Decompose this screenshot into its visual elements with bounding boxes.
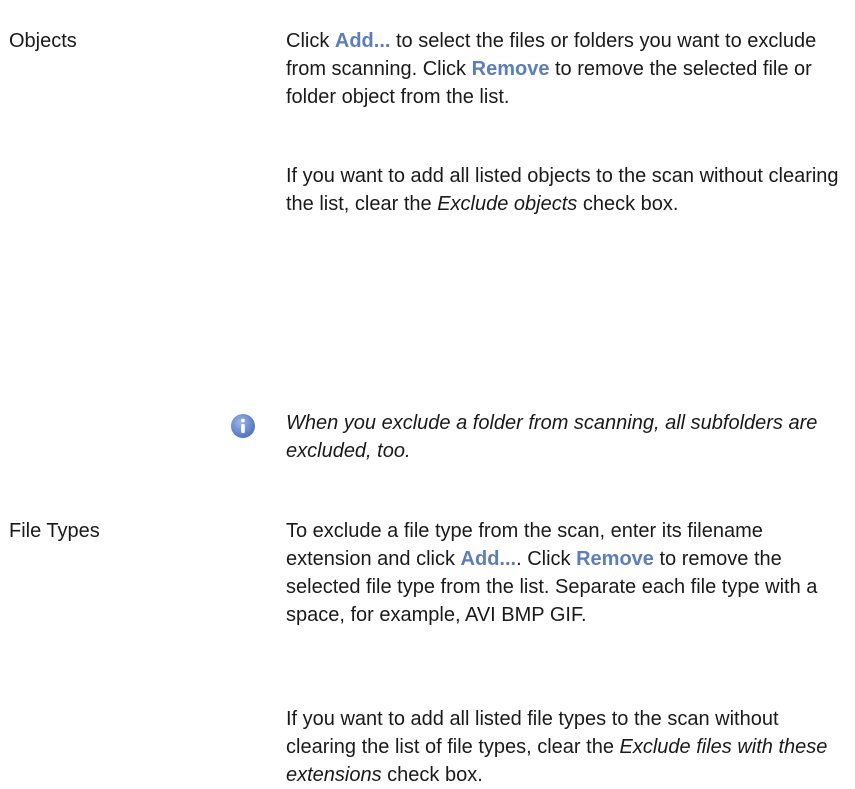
term-objects: Objects bbox=[9, 30, 77, 52]
ui-term-add: Add... bbox=[460, 548, 517, 570]
info-icon bbox=[231, 414, 255, 438]
objects-paragraph-1: Click Add... to select the files or fold… bbox=[286, 27, 852, 111]
objects-paragraph-2: If you want to add all listed objects to… bbox=[286, 162, 852, 218]
text: Click bbox=[286, 30, 335, 52]
note-text: When you exclude a folder from scanning,… bbox=[286, 412, 818, 462]
ui-term-remove: Remove bbox=[576, 548, 654, 570]
text: check box. bbox=[577, 193, 679, 215]
filetypes-paragraph-2: If you want to add all listed file types… bbox=[286, 705, 852, 789]
filetypes-paragraph-1: To exclude a file type from the scan, en… bbox=[286, 517, 852, 629]
term-file-types: File Types bbox=[9, 520, 100, 542]
ui-term-remove: Remove bbox=[471, 58, 550, 80]
text: . Click bbox=[516, 548, 577, 570]
ui-term-add: Add... bbox=[334, 30, 391, 52]
option-exclude-objects: Exclude objects bbox=[437, 193, 578, 215]
text: check box. bbox=[381, 764, 483, 786]
